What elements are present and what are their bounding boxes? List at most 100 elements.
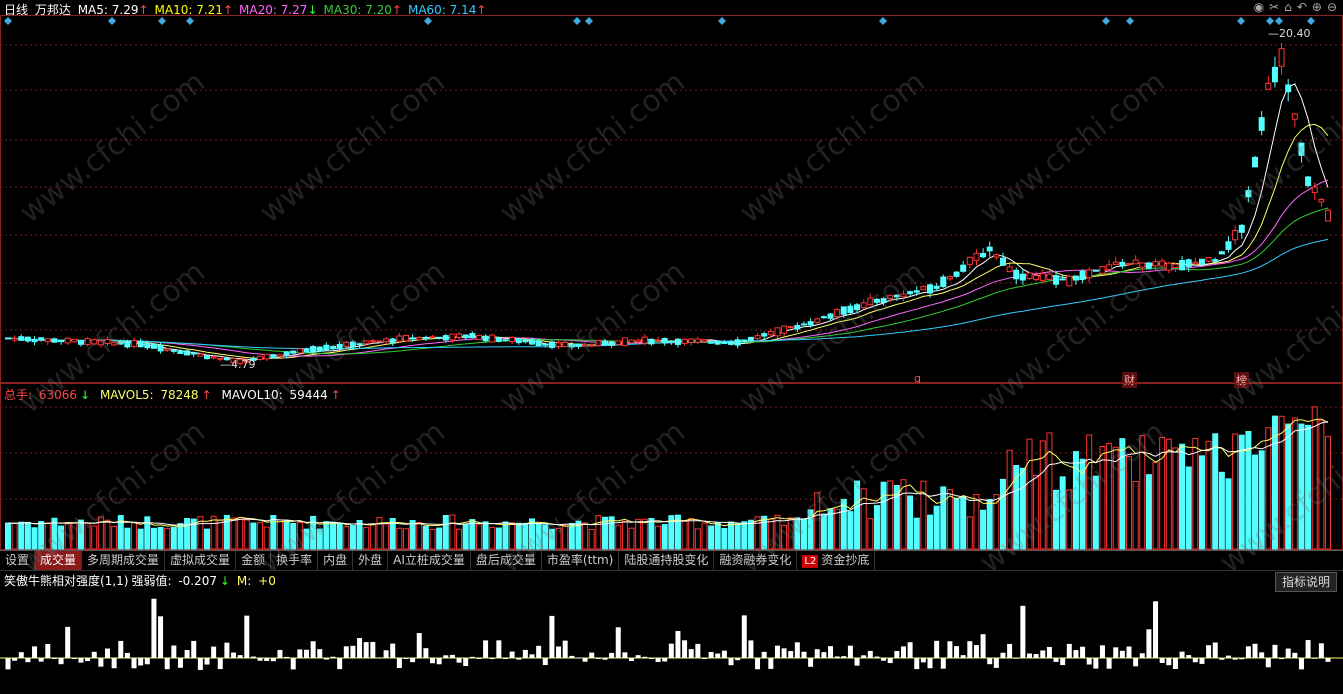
tab-12[interactable]: 融资融券变化 — [714, 551, 798, 570]
candle-body — [734, 339, 741, 346]
volume-bar — [900, 479, 907, 550]
tab-10[interactable]: 市盈率(ttm) — [542, 551, 620, 570]
tab-2[interactable]: 多周期成交量 — [82, 551, 166, 570]
tab-8[interactable]: AI立桩成交量 — [388, 551, 471, 570]
indicator-explain-button[interactable]: 指标说明 — [1274, 572, 1337, 592]
strength-bar — [144, 658, 150, 665]
strength-bar — [615, 627, 621, 658]
candle-body — [363, 340, 370, 345]
strength-bar — [721, 650, 727, 658]
strength-bar — [104, 648, 110, 658]
candle-body — [827, 313, 834, 319]
strength-bar — [536, 645, 542, 658]
strength-bar — [529, 654, 535, 658]
candle-body — [1232, 229, 1239, 241]
candle-body — [999, 257, 1006, 266]
strength-bar — [403, 658, 409, 659]
strength-bar — [18, 652, 24, 658]
volume-bar — [887, 480, 894, 550]
candle-body — [1026, 272, 1033, 279]
volume-bar — [933, 505, 940, 550]
candle-body — [582, 343, 589, 347]
volume-chart[interactable] — [0, 383, 1343, 550]
strength-bar — [118, 640, 124, 658]
candle-body — [263, 353, 270, 360]
volume-bar — [1106, 442, 1113, 550]
strength-bar — [589, 652, 595, 658]
candle-body — [834, 308, 841, 318]
strength-bar — [794, 642, 800, 658]
tab-6[interactable]: 内盘 — [318, 551, 354, 570]
strength-bar — [987, 658, 993, 665]
candle-body — [1139, 262, 1146, 268]
volume-bar — [1006, 449, 1013, 550]
strength-bar — [217, 658, 223, 670]
tab-9[interactable]: 盘后成交量 — [471, 551, 542, 570]
volume-bar — [1033, 474, 1040, 550]
candle-body — [356, 343, 363, 346]
candle-body — [409, 337, 416, 340]
strength-bar — [1206, 645, 1212, 658]
candle-body — [509, 336, 516, 343]
candle-body — [44, 338, 51, 343]
volume-bar — [11, 523, 18, 550]
volume-bar — [376, 516, 383, 550]
tab-1[interactable]: 成交量 — [35, 551, 83, 570]
strength-bar — [960, 655, 966, 658]
strength-bar — [556, 646, 562, 658]
volume-bar — [999, 478, 1006, 550]
volume-bar — [1185, 466, 1192, 550]
volume-bar — [71, 522, 78, 550]
volume-bar — [276, 519, 283, 550]
volume-bar — [223, 514, 230, 550]
strength-bar — [436, 658, 442, 665]
candle-body — [31, 338, 38, 343]
candle-body — [721, 342, 728, 345]
price-chart[interactable]: —20.40 —4.79 — [0, 0, 1343, 383]
volume-bar — [1218, 471, 1225, 550]
volume-bar — [369, 524, 376, 550]
volume-bar — [356, 519, 363, 550]
strength-bar — [343, 646, 349, 658]
volume-bar — [721, 528, 728, 550]
strength-bar — [675, 631, 681, 658]
volume-bar — [243, 519, 250, 550]
strength-bar — [270, 658, 276, 662]
volume-bar — [1298, 423, 1305, 550]
volume-bar — [137, 528, 144, 550]
tab-5[interactable]: 换手率 — [271, 551, 319, 570]
volume-bar — [628, 527, 635, 550]
strength-bar — [290, 658, 296, 670]
candle-body — [376, 340, 383, 343]
candle-body — [993, 254, 1000, 258]
volume-bar — [515, 522, 522, 550]
candle-body — [389, 338, 396, 344]
candle-body — [1258, 117, 1265, 131]
candle-body — [873, 298, 880, 303]
candle-body — [402, 334, 409, 342]
tab-0[interactable]: 设置 — [0, 551, 36, 570]
strength-bar — [602, 658, 608, 660]
indicator-legend: 笑傲牛熊相对强度(1,1) 强弱值: -0.207 ↓ M: +0 — [4, 574, 276, 588]
candle-body — [303, 348, 310, 353]
volume-bar — [1132, 481, 1139, 550]
event-diamond-icon — [718, 17, 726, 25]
strength-bar — [250, 656, 256, 658]
tab-13[interactable]: L2 资金抄底 — [797, 551, 876, 570]
tab-7[interactable]: 外盘 — [353, 551, 389, 570]
candle-body — [681, 338, 688, 344]
strength-bar — [1106, 658, 1112, 669]
ma10-line — [7, 123, 1329, 359]
candle-body — [1152, 261, 1159, 267]
volume-bar — [655, 525, 662, 550]
tab-4[interactable]: 金额 — [236, 551, 272, 570]
volume-bar — [1172, 447, 1179, 550]
tab-label: 虚拟成交量 — [170, 553, 231, 567]
tab-11[interactable]: 陆股通持股变化 — [619, 551, 715, 570]
strength-bar — [12, 658, 18, 661]
tab-3[interactable]: 虚拟成交量 — [165, 551, 237, 570]
strength-bar — [715, 653, 721, 658]
volume-bar — [854, 480, 861, 550]
strength-bar — [847, 645, 853, 658]
strength-bar — [808, 658, 814, 667]
